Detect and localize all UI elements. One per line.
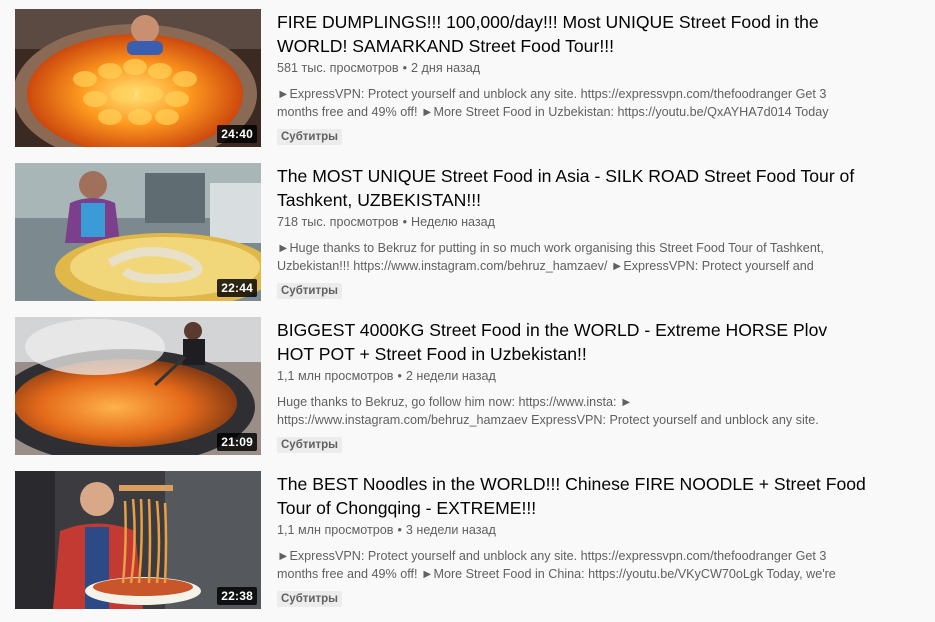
view-count: 581 тыс. просмотров xyxy=(277,61,399,75)
upload-age: Неделю назад xyxy=(411,215,496,229)
video-item[interactable]: 21:09 BIGGEST 4000KG Street Food in the … xyxy=(15,317,920,455)
video-title[interactable]: The BEST Noodles in the WORLD!!! Chinese… xyxy=(277,471,867,520)
video-description-snippet: ►ExpressVPN: Protect yourself and unbloc… xyxy=(277,549,836,581)
upload-age: 2 недели назад xyxy=(405,369,496,383)
metadata-separator: • xyxy=(402,215,408,229)
upload-age: 3 недели назад xyxy=(405,523,496,537)
video-meta: BIGGEST 4000KG Street Food in the WORLD … xyxy=(277,317,867,453)
video-title[interactable]: FIRE DUMPLINGS!!! 100,000/day!!! Most UN… xyxy=(277,9,867,58)
metadata-separator: • xyxy=(402,61,408,75)
video-title[interactable]: BIGGEST 4000KG Street Food in the WORLD … xyxy=(277,317,867,366)
view-count: 1,1 млн просмотров xyxy=(277,523,394,537)
video-metadata-line: 718 тыс. просмотров • Неделю назад xyxy=(277,213,867,231)
video-item[interactable]: 22:44 The MOST UNIQUE Street Food in Asi… xyxy=(15,163,920,301)
video-metadata-line: 1,1 млн просмотров • 2 недели назад xyxy=(277,367,867,385)
subtitles-badge: Субтитры xyxy=(277,591,342,607)
view-count: 718 тыс. просмотров xyxy=(277,215,399,229)
video-meta: The MOST UNIQUE Street Food in Asia - SI… xyxy=(277,163,867,299)
video-duration: 22:38 xyxy=(217,587,257,605)
video-description-snippet: ►Huge thanks to Bekruz for putting in so… xyxy=(277,241,824,273)
video-duration: 24:40 xyxy=(217,125,257,143)
metadata-separator: • xyxy=(397,523,402,537)
subtitles-badge: Субтитры xyxy=(277,129,342,145)
subtitles-badge: Субтитры xyxy=(277,437,342,453)
video-duration: 22:44 xyxy=(217,279,257,297)
video-thumbnail[interactable]: 22:38 xyxy=(15,471,261,609)
video-thumbnail[interactable]: 21:09 xyxy=(15,317,261,455)
video-meta: FIRE DUMPLINGS!!! 100,000/day!!! Most UN… xyxy=(277,9,867,145)
video-thumbnail[interactable]: 24:40 xyxy=(15,9,261,147)
video-description-snippet: Huge thanks to Bekruz, go follow him now… xyxy=(277,395,819,427)
video-item[interactable]: 22:38 The BEST Noodles in the WORLD!!! C… xyxy=(15,471,920,609)
video-metadata-line: 581 тыс. просмотров • 2 дня назад xyxy=(277,59,867,77)
metadata-separator: • xyxy=(397,369,402,383)
video-description-snippet: ►ExpressVPN: Protect yourself and unbloc… xyxy=(277,87,829,119)
subtitles-badge: Субтитры xyxy=(277,283,342,299)
video-results-list: 24:40 FIRE DUMPLINGS!!! 100,000/day!!! M… xyxy=(0,0,935,622)
video-metadata-line: 1,1 млн просмотров • 3 недели назад xyxy=(277,521,867,539)
view-count: 1,1 млн просмотров xyxy=(277,369,394,383)
video-duration: 21:09 xyxy=(217,433,257,451)
video-item[interactable]: 24:40 FIRE DUMPLINGS!!! 100,000/day!!! M… xyxy=(15,9,920,147)
video-meta: The BEST Noodles in the WORLD!!! Chinese… xyxy=(277,471,867,607)
video-title[interactable]: The MOST UNIQUE Street Food in Asia - SI… xyxy=(277,163,867,212)
upload-age: 2 дня назад xyxy=(411,61,481,75)
video-thumbnail[interactable]: 22:44 xyxy=(15,163,261,301)
